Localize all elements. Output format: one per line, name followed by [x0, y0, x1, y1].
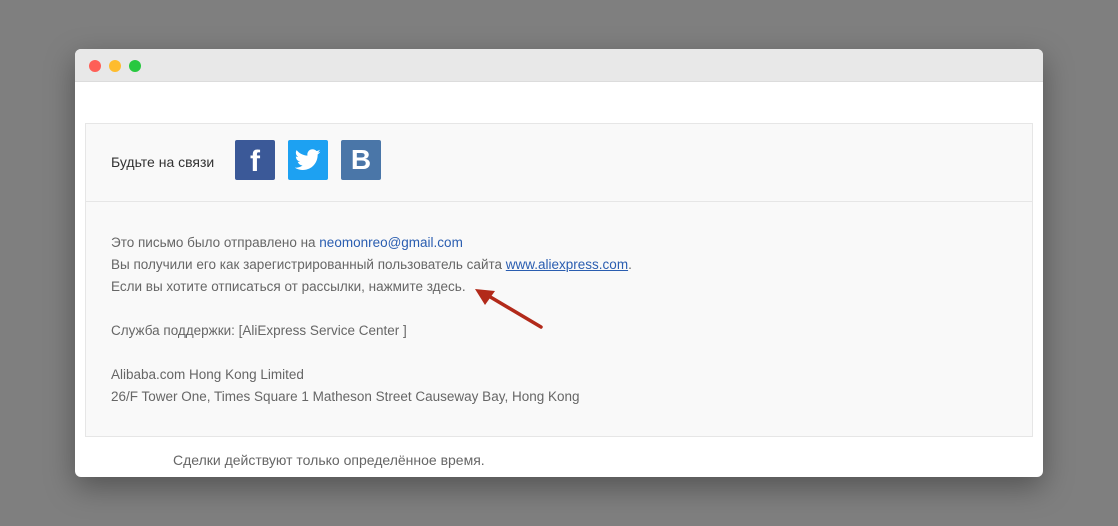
site-link[interactable]: www.aliexpress.com — [506, 257, 628, 272]
sent-to-label: Это письмо было отправлено на — [111, 235, 320, 250]
arrow-annotation-icon — [475, 289, 543, 329]
email-link[interactable]: neomonreo@gmail.com — [319, 235, 463, 250]
vk-glyph: B — [350, 144, 372, 175]
title-bar — [75, 49, 1043, 82]
facebook-glyph: f — [250, 145, 260, 178]
maximize-window-button[interactable] — [129, 60, 141, 72]
minimize-window-button[interactable] — [109, 60, 121, 72]
close-window-button[interactable] — [89, 60, 101, 72]
registered-suffix: . — [628, 257, 632, 272]
email-window: Будьте на связи f B Это письмо было отпр… — [75, 49, 1043, 477]
registered-line: Вы получили его как зарегистрированный п… — [111, 254, 632, 276]
vk-icon[interactable]: B — [341, 140, 381, 180]
twitter-bird-icon — [295, 149, 321, 170]
registered-label: Вы получили его как зарегистрированный п… — [111, 257, 506, 272]
unsubscribe-link[interactable]: Если вы хотите отписаться от рассылки, н… — [111, 276, 632, 298]
social-label: Будьте на связи — [111, 154, 215, 170]
company-address: 26/F Tower One, Times Square 1 Matheson … — [111, 389, 580, 404]
facebook-icon[interactable]: f — [235, 140, 275, 180]
email-footer-panel: Будьте на связи f B Это письмо было отпр… — [85, 123, 1033, 437]
deals-note: Сделки действуют только определённое вре… — [173, 452, 485, 468]
footer-text: Это письмо было отправлено на neomonreo@… — [111, 232, 632, 408]
support-line: Служба поддержки: [AliExpress Service Ce… — [111, 323, 407, 338]
company-name: Alibaba.com Hong Kong Limited — [111, 367, 304, 382]
social-row: Будьте на связи f B — [86, 124, 1032, 202]
sent-to-line: Это письмо было отправлено на neomonreo@… — [111, 232, 632, 254]
twitter-icon[interactable] — [288, 140, 328, 180]
